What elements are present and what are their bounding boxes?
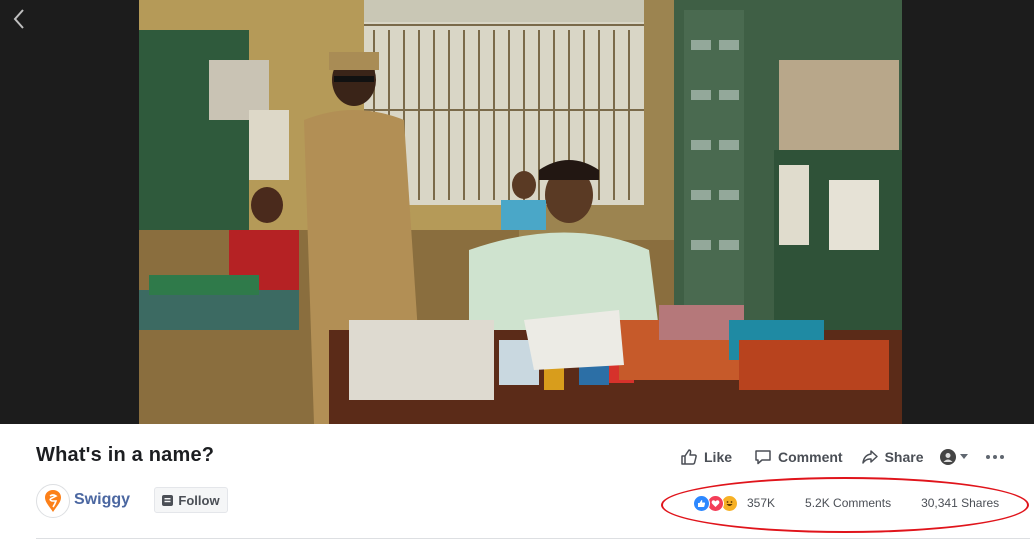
shares-count-link[interactable]: 30,341 Shares [921,496,999,510]
page-name-link[interactable]: Swiggy [74,491,130,509]
post-stats: 357K 5.2K Comments 30,341 Shares [693,494,999,512]
post-as-selector[interactable] [939,449,968,465]
comment-label: Comment [778,449,843,465]
like-button[interactable]: Like [680,448,732,466]
share-button[interactable]: Share [861,448,924,466]
like-label: Like [704,449,733,465]
reactions-summary[interactable] [693,494,738,512]
divider [36,538,1030,539]
comments-count-link[interactable]: 5.2K Comments [805,496,891,510]
follow-label: Follow [178,492,220,508]
video-still-image [139,0,902,424]
thumbs-up-icon [681,449,697,465]
video-player[interactable] [0,0,1034,424]
page-avatar[interactable] [36,484,70,518]
reactions-count[interactable]: 357K [747,496,775,510]
post-title: What's in a name? [36,444,215,466]
share-arrow-icon [861,450,878,464]
like-reaction-icon [693,494,710,512]
back-button[interactable] [6,6,32,32]
follow-rss-icon [162,494,174,506]
ellipsis-icon [985,455,1004,459]
post-actions: Like Comment Share [680,446,1004,468]
share-label: Share [884,449,924,465]
follow-button[interactable]: Follow [154,487,228,513]
swiggy-logo-icon [45,490,61,512]
more-options-button[interactable] [985,455,1004,459]
avatar [939,449,956,465]
caret-down-icon [959,454,968,459]
speech-bubble-icon [755,450,771,465]
user-avatar-icon [943,453,952,462]
video-frame[interactable] [139,0,902,424]
comment-button[interactable]: Comment [754,448,843,466]
chevron-left-icon [13,9,24,29]
